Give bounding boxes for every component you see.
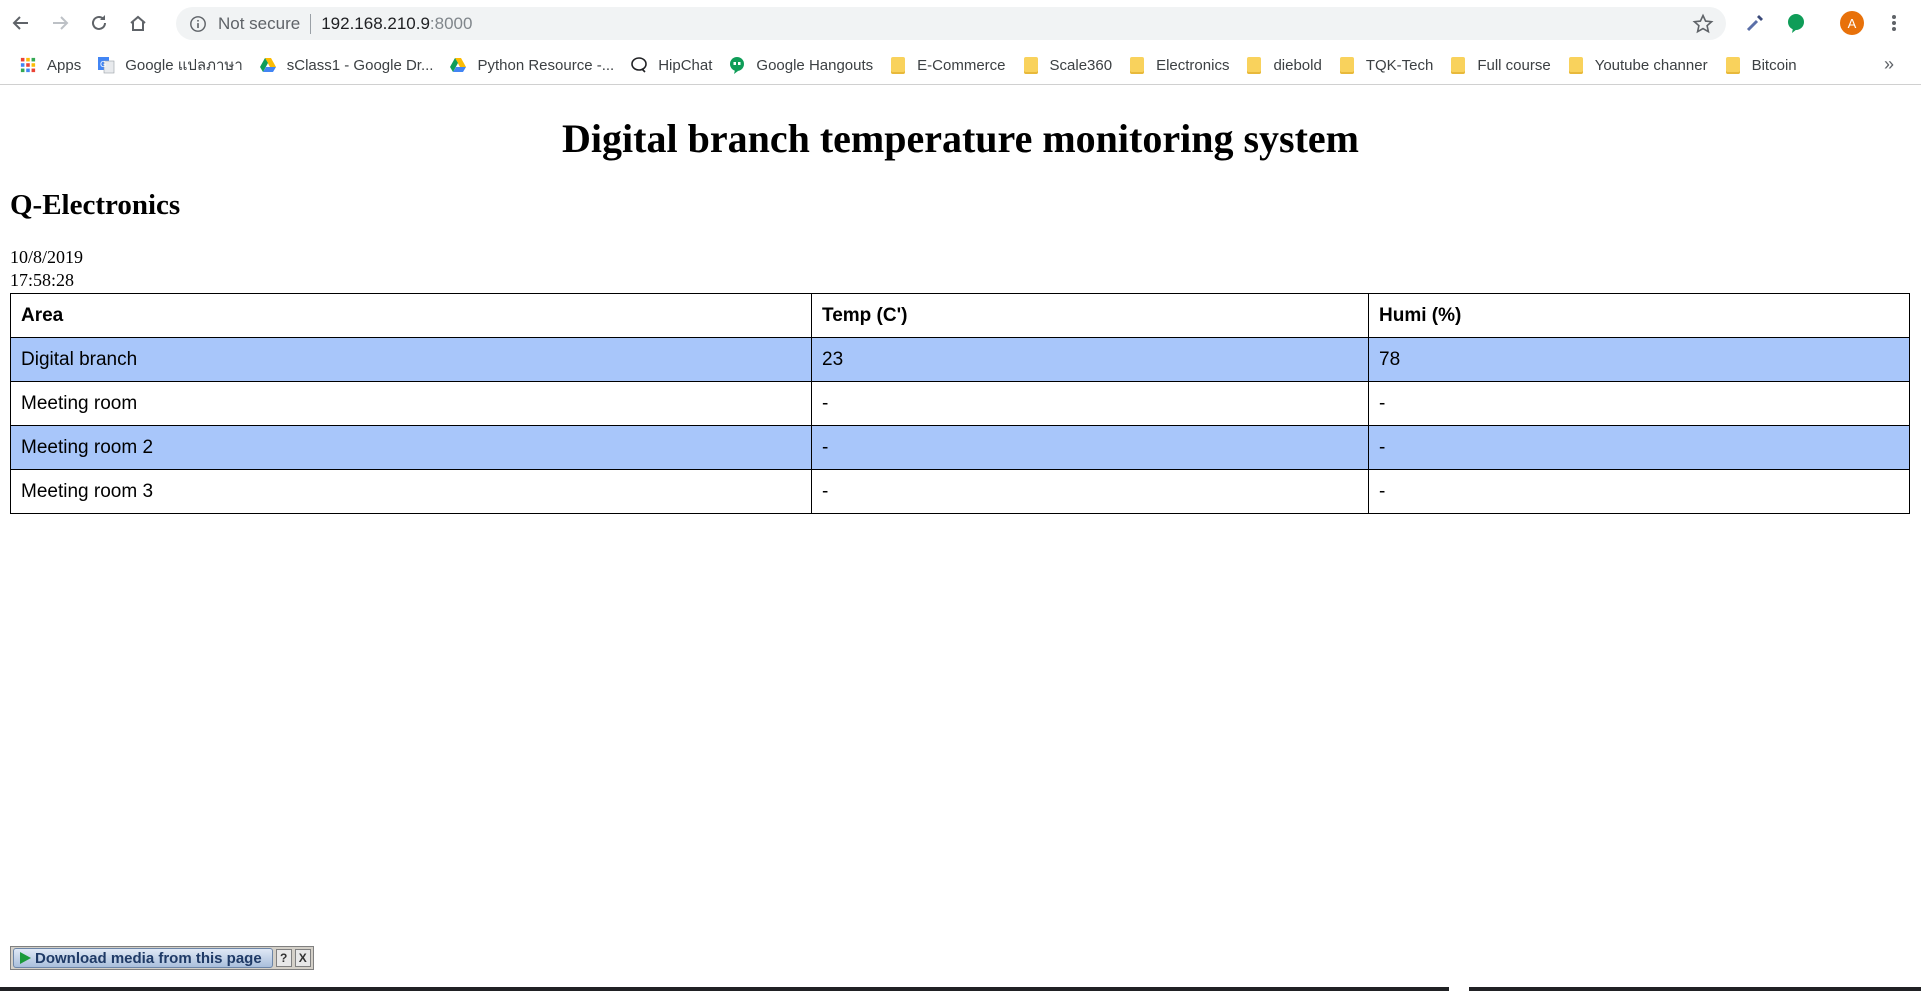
bookmark-label: Bitcoin (1751, 56, 1797, 74)
bookmark-sclass1[interactable]: sClass1 - Google Dr... (252, 51, 441, 79)
bookmark-label: Apps (47, 56, 82, 74)
cell-temp: 23 (811, 337, 1369, 382)
table-header-row: Area Temp (C') Humi (%) (10, 293, 1910, 338)
reload-icon (92, 15, 106, 30)
cell-temp: - (811, 469, 1369, 514)
folder-icon (1724, 56, 1742, 74)
cell-area: Meeting room 3 (10, 469, 812, 514)
eyedropper-extension-icon[interactable] (1744, 12, 1766, 34)
bookmark-python-resource[interactable]: Python Resource -... (442, 51, 621, 79)
apps-grid-icon (19, 56, 37, 74)
bookmarks-bar: Apps G Google แปลภาษา sClass1 - Google D… (0, 46, 1921, 85)
menu-dots-icon[interactable] (1882, 11, 1906, 35)
page-title: Digital branch temperature monitoring sy… (562, 116, 1359, 161)
download-media-button[interactable]: Download media from this page (13, 948, 273, 968)
folder-icon (1338, 56, 1356, 74)
hangouts-icon (728, 56, 746, 74)
security-label[interactable]: Not secure (218, 14, 300, 34)
folder-icon (1128, 56, 1146, 74)
google-translate-icon: G (97, 56, 115, 74)
info-icon[interactable] (188, 14, 208, 34)
home-icon (130, 15, 146, 31)
table-row: Meeting room - - (10, 381, 1910, 426)
cell-humi: - (1368, 425, 1910, 470)
bookmark-hipchat[interactable]: HipChat (623, 51, 719, 79)
cell-area: Digital branch (10, 337, 812, 382)
bottom-divider (0, 987, 1449, 991)
date-text: 10/8/2019 (10, 247, 84, 267)
address-separator (310, 13, 312, 34)
url-host: 192.168.210.9 (321, 13, 430, 33)
bookmark-label: TQK-Tech (1365, 56, 1434, 74)
bookmark-label: HipChat (658, 56, 713, 74)
bookmark-star-icon[interactable] (1692, 13, 1714, 35)
table-row: Meeting room 2 - - (10, 425, 1910, 470)
play-icon (20, 952, 31, 964)
bookmark-label: Full course (1477, 56, 1551, 74)
cell-area: Meeting room (10, 381, 812, 426)
hipchat-icon (630, 56, 648, 74)
back-arrow-icon (12, 16, 28, 30)
url-port: :8000 (429, 13, 473, 33)
bookmark-label: Electronics (1156, 56, 1230, 74)
svg-text:G: G (100, 60, 106, 69)
hangouts-extension-icon[interactable] (1785, 12, 1807, 34)
cell-temp: - (811, 381, 1369, 426)
google-drive-icon (449, 56, 467, 74)
folder-icon (1245, 56, 1263, 74)
bookmark-folder-tqk-tech[interactable]: TQK-Tech (1331, 51, 1441, 79)
bookmark-label: Google แปลภาษา (125, 57, 243, 74)
bookmarks-overflow-chevron-icon[interactable]: » (1884, 54, 1894, 75)
cell-humi: - (1368, 469, 1910, 514)
cell-temp: - (811, 425, 1369, 470)
browser-toolbar: Not secure 192.168.210.9:8000 A (0, 0, 1921, 46)
bookmark-label: Python Resource -... (477, 56, 615, 74)
cell-humi: 78 (1368, 337, 1910, 382)
time-text: 17:58:28 (10, 270, 75, 290)
bookmark-label: Scale360 (1049, 56, 1113, 74)
column-header-humi: Humi (%) (1368, 293, 1910, 338)
cell-area: Meeting room 2 (10, 425, 812, 470)
table-row: Meeting room 3 - - (10, 469, 1910, 514)
close-button[interactable]: X (294, 949, 311, 967)
bookmark-label: sClass1 - Google Dr... (286, 56, 434, 74)
url-text[interactable]: 192.168.210.9:8000 (321, 14, 472, 34)
folder-icon (889, 56, 907, 74)
bookmark-label: Youtube channer (1594, 56, 1708, 74)
bookmark-label: Google Hangouts (756, 56, 874, 74)
bookmark-folder-electronics[interactable]: Electronics (1121, 51, 1236, 79)
cell-humi: - (1368, 381, 1910, 426)
download-media-bar: Download media from this page ? X (10, 946, 314, 970)
google-drive-icon (259, 56, 277, 74)
bookmark-label: E-Commerce (917, 56, 1006, 74)
back-button[interactable] (3, 5, 39, 41)
download-media-label: Download media from this page (35, 949, 262, 967)
table-row: Digital branch 23 78 (10, 337, 1910, 382)
forward-arrow-icon (53, 16, 69, 30)
company-name: Q-Electronics (10, 189, 181, 221)
address-bar[interactable]: Not secure 192.168.210.9:8000 (176, 7, 1726, 40)
bookmark-folder-e-commerce[interactable]: E-Commerce (882, 51, 1012, 79)
bottom-divider (1469, 987, 1921, 991)
bookmark-apps[interactable]: Apps (12, 51, 88, 79)
bookmark-google-hangouts[interactable]: Google Hangouts (721, 51, 880, 79)
bookmark-folder-diebold[interactable]: diebold (1238, 51, 1328, 79)
bookmark-folder-scale360[interactable]: Scale360 (1015, 51, 1120, 79)
reload-button[interactable] (81, 5, 117, 41)
folder-icon (1022, 56, 1040, 74)
column-header-area: Area (10, 293, 812, 338)
home-button[interactable] (120, 5, 156, 41)
folder-icon (1449, 56, 1467, 74)
bookmark-folder-bitcoin[interactable]: Bitcoin (1717, 51, 1804, 79)
folder-icon (1567, 56, 1585, 74)
help-button[interactable]: ? (275, 949, 292, 967)
bookmark-folder-full-course[interactable]: Full course (1442, 51, 1557, 79)
column-header-temp: Temp (C') (811, 293, 1369, 338)
profile-avatar[interactable]: A (1840, 11, 1864, 35)
forward-button[interactable] (42, 5, 78, 41)
bookmark-google-translate[interactable]: G Google แปลภาษา (90, 51, 250, 79)
bookmark-folder-youtube-channer[interactable]: Youtube channer (1560, 51, 1715, 79)
bookmark-label: diebold (1273, 56, 1322, 74)
sensor-table: Area Temp (C') Humi (%) Digital branch 2… (10, 293, 1910, 514)
